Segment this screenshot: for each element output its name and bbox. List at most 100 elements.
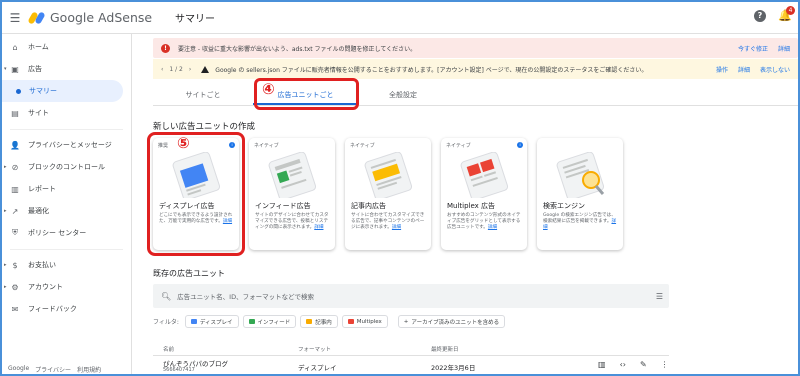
card-name: 検索エンジン (543, 202, 585, 210)
caret-right-icon: ▸ (4, 208, 7, 214)
notification-badge: 4 (786, 6, 795, 15)
alert-page-count: 1 / 2 (169, 65, 183, 73)
card-multiplex-ads[interactable]: ネイティブ i Multiplex 広告 おすすめのコンテンツ形式のネイティブ広… (441, 138, 527, 250)
action-link[interactable]: 操作 (716, 65, 728, 74)
filter-list-icon[interactable]: ☰ (656, 292, 663, 301)
footer-terms-link[interactable]: 利用規約 (77, 365, 101, 374)
alert-details-link[interactable]: 詳細 (778, 44, 790, 53)
sidebar-item-privacy[interactable]: 👤 プライバシーとメッセージ (2, 134, 131, 156)
sidebar-item-label: サマリー (29, 87, 57, 95)
sidebar-item-account[interactable]: ▸ ⚙ アカウント (2, 276, 131, 298)
alert-details-link[interactable]: 詳細 (738, 65, 750, 74)
sidebar-item-reports[interactable]: ▥ レポート (2, 178, 131, 200)
prev-icon[interactable]: ‹ (161, 66, 163, 73)
sidebar-item-label: ポリシー センター (28, 229, 87, 237)
search-input[interactable]: 広告ユニット名、ID、フォーマットなどで検索 (177, 291, 314, 301)
card-chip: ネイティブ (446, 143, 471, 149)
next-icon[interactable]: › (189, 66, 191, 73)
sidebar-item-sites[interactable]: ▤ サイト (2, 102, 131, 124)
sidebar-item-label: フィードバック (28, 305, 77, 313)
caret-right-icon: ▸ (4, 284, 7, 290)
fix-now-link[interactable]: 今すぐ修正 (738, 44, 768, 53)
ad-unit-updated: 2022年3月6日 (431, 364, 476, 372)
tab-global-settings[interactable]: 全般設定 (358, 84, 448, 105)
sidebar-item-label: お支払い (28, 261, 56, 269)
report-icon[interactable]: ▥ (598, 360, 606, 369)
info-icon[interactable]: i (517, 142, 523, 148)
column-name[interactable]: 名前 (163, 345, 174, 353)
filter-chip-in-article[interactable]: 記事内 (300, 315, 338, 328)
row-actions: ▥ ‹› ✎ ⋮ (598, 360, 669, 369)
app-frame: ☰ Google AdSense サマリー ? 🔔 4 ⌂ ホーム ▾ ▣ 広告 … (0, 0, 800, 376)
card-search-engine[interactable]: 検索エンジン Google の検索エンジン広告では、検索結果に広告を掲載できます… (537, 138, 623, 250)
sidebar-item-label: レポート (28, 185, 56, 193)
search-engine-illustration (556, 152, 605, 198)
card-infeed-ads[interactable]: ネイティブ インフィード広告 サイトのデザインに合わせてカスタマイズできる広告で… (249, 138, 335, 250)
in-article-swatch-icon (306, 319, 313, 324)
sidebar-item-summary[interactable]: サマリー (2, 80, 123, 102)
footer-privacy-link[interactable]: プライバシー (35, 365, 71, 374)
annotation-number-5: ⑤ (177, 134, 190, 152)
sidebar-item-label: プライバシーとメッセージ (28, 141, 112, 149)
details-link[interactable]: 詳細 (392, 225, 401, 230)
menu-icon[interactable]: ☰ (2, 2, 28, 34)
sidebar-item-payments[interactable]: ▸ $ お支払い (2, 254, 131, 276)
sidebar-item-label: 最適化 (28, 207, 49, 215)
filter-chip-multiplex[interactable]: Multiplex (341, 315, 388, 328)
sidebar-item-home[interactable]: ⌂ ホーム (2, 36, 131, 58)
dot-icon (16, 88, 21, 94)
filter-chip-infeed[interactable]: インフィード (242, 315, 297, 328)
more-icon[interactable]: ⋮ (661, 360, 669, 369)
help-icon[interactable]: ? (754, 10, 766, 22)
ad-unit-search[interactable]: 🔍︎ 広告ユニット名、ID、フォーマットなどで検索 ☰ (153, 284, 669, 308)
details-link[interactable]: 詳細 (314, 225, 323, 230)
annotation-number-4: ④ (262, 80, 275, 98)
include-archived-button[interactable]: + アーカイブ済みのユニットを含める (397, 315, 506, 328)
app-logo-text[interactable]: Google AdSense (50, 10, 152, 25)
sidebar-item-label: ブロックのコントロール (28, 163, 105, 171)
table-row[interactable]: ぴんぞうパパのブログ 5666407417 ディスプレイ 2022年3月6日 ▥… (153, 356, 669, 374)
sidebar-item-blocking[interactable]: ▸ ⊘ ブロックのコントロール (2, 156, 131, 178)
tab-bar: サイトごと 広告ユニットごと 全般設定 (153, 84, 798, 106)
report-icon: ▥ (11, 184, 19, 194)
filter-chip-display[interactable]: ディスプレイ (184, 315, 239, 328)
column-updated[interactable]: 最終更新日 (431, 345, 459, 353)
filter-bar: フィルタ: ディスプレイ インフィード 記事内 Multiplex + アーカイブ… (153, 315, 506, 328)
filter-label: フィルタ: (153, 319, 179, 326)
card-name: Multiplex 広告 (447, 202, 496, 210)
multiplex-ad-illustration (460, 152, 509, 198)
code-icon[interactable]: ‹› (620, 360, 626, 369)
card-in-article-ads[interactable]: ネイティブ 記事内広告 サイトに合わせてカスタマイズできる広告で、記事やコンテン… (345, 138, 431, 250)
plus-icon: + (403, 318, 409, 325)
multiplex-swatch-icon (347, 319, 354, 324)
tab-by-site[interactable]: サイトごと (153, 84, 253, 105)
dismiss-link[interactable]: 表示しない (760, 65, 790, 74)
sidebar-item-optimize[interactable]: ▸ ↗ 最適化 (2, 200, 131, 222)
gear-icon: ⚙ (11, 282, 19, 292)
sellers-json-alert: ‹ 1 / 2 › Google の sellers.json ファイルに販売者… (153, 59, 798, 79)
in-article-ad-illustration (364, 152, 413, 198)
column-format[interactable]: フォーマット (298, 345, 331, 353)
sidebar-item-ads[interactable]: ▾ ▣ 広告 (2, 58, 131, 80)
top-bar: ☰ Google AdSense サマリー ? 🔔 4 (2, 2, 798, 34)
sidebar-item-feedback[interactable]: ✉ フィードバック (2, 298, 131, 320)
sidebar-footer: Google プライバシー 利用規約 (8, 365, 101, 374)
alert-message: 要注意 - 収益に重大な影響が出ないよう、ads.txt ファイルの問題を修正し… (178, 45, 417, 53)
card-chip: ネイティブ (254, 143, 279, 149)
infeed-ad-illustration (268, 152, 317, 198)
notifications-icon[interactable]: 🔔 4 (778, 6, 795, 22)
error-icon: ! (161, 43, 170, 53)
page-title: サマリー (175, 14, 215, 25)
ads-txt-alert: ! 要注意 - 収益に重大な影響が出ないよう、ads.txt ファイルの問題を修… (153, 38, 798, 58)
sites-icon: ▤ (11, 108, 19, 118)
footer-brand: Google (8, 365, 30, 372)
details-link[interactable]: 詳細 (488, 225, 497, 230)
card-description: サイトのデザインに合わせてカスタマイズできる広告で、投稿とリスティングの間に表示… (255, 213, 329, 231)
sidebar: ⌂ ホーム ▾ ▣ 広告 サマリー ▤ サイト 👤 プライバシーとメッセージ ▸… (2, 34, 132, 374)
sidebar-item-label: ホーム (28, 43, 49, 51)
sidebar-item-policy-center[interactable]: ⛨ ポリシー センター (2, 222, 131, 244)
edit-icon[interactable]: ✎ (640, 360, 647, 369)
card-chip: ネイティブ (350, 143, 375, 149)
card-description: Google の検索エンジン広告では、検索結果に広告を掲載できます。詳細 (543, 213, 617, 231)
sidebar-item-label: アカウント (28, 283, 63, 291)
